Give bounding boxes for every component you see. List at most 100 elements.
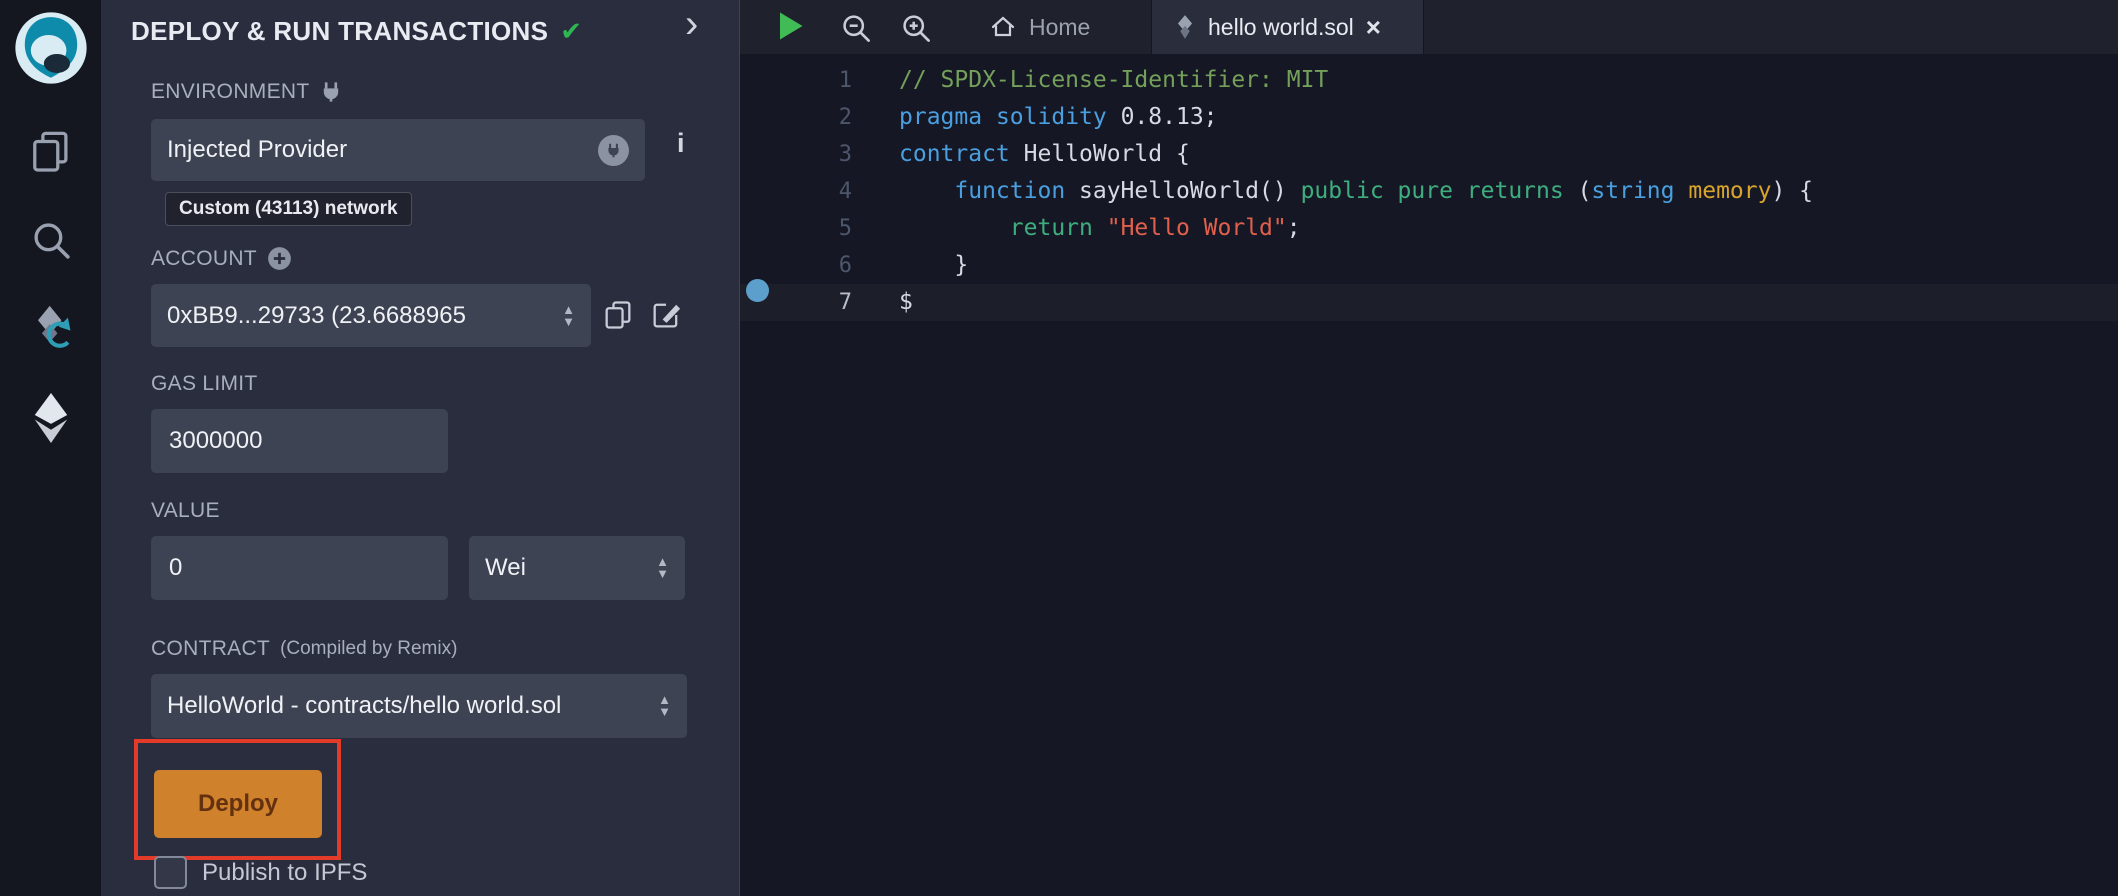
line-number[interactable]: 3 (740, 136, 852, 173)
tab-home[interactable]: Home (967, 0, 1152, 54)
code-token: pure (1398, 178, 1453, 204)
panel-title: DEPLOY & RUN TRANSACTIONS (131, 16, 548, 47)
code-editor[interactable]: 1 // SPDX-License-Identifier: MIT 2 pragma … (740, 54, 2118, 896)
code-token: sayHelloWorld() (1065, 178, 1300, 204)
deploy-run-icon[interactable] (0, 390, 101, 446)
line-number[interactable]: 1 (740, 62, 852, 99)
environment-select[interactable]: Injected Provider (151, 119, 645, 181)
code-line[interactable]: pragma solidity 0.8.13; (899, 99, 1218, 136)
code-token (1384, 178, 1398, 204)
environment-label-row: ENVIRONMENT (151, 80, 343, 104)
add-account-icon[interactable] (267, 246, 292, 271)
code-token: pragma (899, 104, 982, 130)
code-token: contract (899, 141, 1010, 167)
code-token: ) { (1771, 178, 1813, 204)
code-row: 5 return "Hello World"; (740, 210, 2118, 247)
collapse-panel-chevron-icon[interactable]: › (685, 2, 698, 47)
account-value: 0xBB9...29733 (23.6688965 (167, 302, 562, 330)
code-token (982, 104, 996, 130)
copy-account-icon[interactable] (601, 298, 635, 337)
publish-ipfs-row: Publish to IPFS (154, 856, 367, 889)
code-row: 2 pragma solidity 0.8.13; (740, 99, 2118, 136)
tab-hello-world-sol[interactable]: hello world.sol × (1152, 0, 1424, 54)
remix-logo[interactable] (0, 10, 101, 86)
remix-ide: DEPLOY & RUN TRANSACTIONS ✔ › ENVIRONMEN… (0, 0, 2118, 896)
code-row: 3 contract HelloWorld { (740, 136, 2118, 173)
file-explorer-icon[interactable] (0, 128, 101, 174)
run-script-button[interactable] (771, 8, 807, 49)
code-token: string (1591, 178, 1674, 204)
edit-account-icon[interactable] (649, 298, 683, 337)
code-row: 4 function sayHelloWorld() public pure r… (740, 173, 2118, 210)
code-token: solidity (996, 104, 1107, 130)
environment-info-icon[interactable]: i (677, 128, 685, 159)
code-row: 6 } (740, 247, 2118, 284)
tab-hello-world-label: hello world.sol (1208, 14, 1354, 41)
plug-icon (319, 80, 343, 104)
contract-label: CONTRACT (151, 637, 270, 661)
account-stepper-icon: ▲▼ (562, 304, 575, 328)
code-token (1453, 178, 1467, 204)
compile-success-check-icon: ✔ (560, 16, 582, 47)
deploy-button[interactable]: Deploy (154, 770, 322, 838)
provider-status-icon (598, 135, 629, 166)
environment-label: ENVIRONMENT (151, 80, 309, 104)
line-number[interactable]: 5 (740, 210, 852, 247)
close-tab-icon[interactable]: × (1366, 17, 1381, 37)
contract-label-row: CONTRACT (Compiled by Remix) (151, 637, 457, 661)
code-token: ( (1564, 178, 1592, 204)
code-editor-area: Home hello world.sol × 1 // SPDX-License-… (740, 0, 2118, 896)
zoom-out-icon[interactable] (840, 12, 872, 49)
publish-ipfs-checkbox[interactable] (154, 856, 187, 889)
code-line[interactable]: function sayHelloWorld() public pure ret… (899, 173, 1813, 210)
code-line[interactable]: // SPDX-License-Identifier: MIT (899, 62, 1328, 99)
code-token: } (899, 252, 968, 278)
account-label-row: ACCOUNT (151, 246, 292, 271)
panel-title-row: DEPLOY & RUN TRANSACTIONS ✔ (131, 16, 582, 47)
gas-limit-label: GAS LIMIT (151, 372, 258, 396)
account-label: ACCOUNT (151, 247, 257, 271)
deploy-run-panel: DEPLOY & RUN TRANSACTIONS ✔ › ENVIRONMEN… (101, 0, 740, 896)
contract-select[interactable]: HelloWorld - contracts/hello world.sol ▲… (151, 674, 687, 738)
network-badge: Custom (43113) network (165, 192, 412, 226)
code-token (1093, 215, 1107, 241)
solidity-file-icon (1174, 14, 1196, 40)
zoom-in-icon[interactable] (900, 12, 932, 49)
code-lines: 1 // SPDX-License-Identifier: MIT 2 pragma … (740, 62, 2118, 321)
code-token (899, 215, 1010, 241)
contract-value: HelloWorld - contracts/hello world.sol (167, 692, 658, 720)
value-input[interactable] (151, 536, 448, 600)
code-token: // SPDX-License-Identifier: MIT (899, 67, 1328, 93)
value-label: VALUE (151, 499, 220, 523)
publish-ipfs-label: Publish to IPFS (202, 859, 367, 887)
environment-value: Injected Provider (167, 136, 598, 164)
breakpoint-indicator[interactable] (746, 279, 769, 302)
solidity-compiler-icon[interactable] (0, 302, 101, 354)
code-token: function (954, 178, 1065, 204)
code-token (1675, 178, 1689, 204)
contract-stepper-icon: ▲▼ (658, 694, 671, 718)
code-row: 7$ (740, 284, 2118, 321)
account-select[interactable]: 0xBB9...29733 (23.6688965 ▲▼ (151, 284, 591, 347)
line-number[interactable]: 2 (740, 99, 852, 136)
code-line[interactable]: $ (899, 284, 913, 321)
code-token: HelloWorld { (1010, 141, 1190, 167)
value-unit-select[interactable]: Wei ▲▼ (469, 536, 685, 600)
code-token: 0.8.13; (1107, 104, 1218, 130)
code-line[interactable]: } (899, 247, 968, 284)
tab-home-label: Home (1029, 14, 1090, 41)
code-token: returns (1467, 178, 1564, 204)
code-line[interactable]: return "Hello World"; (899, 210, 1301, 247)
editor-toolbar: Home hello world.sol × (740, 0, 2118, 54)
code-token: memory (1688, 178, 1771, 204)
remix-logo-icon (13, 10, 89, 86)
contract-sublabel: (Compiled by Remix) (280, 638, 457, 660)
value-unit-stepper-icon: ▲▼ (656, 556, 669, 580)
code-token: ; (1287, 215, 1301, 241)
gas-limit-input[interactable] (151, 409, 448, 473)
search-icon[interactable] (0, 218, 101, 262)
code-token: return (1010, 215, 1093, 241)
line-number[interactable]: 4 (740, 173, 852, 210)
code-line[interactable]: contract HelloWorld { (899, 136, 1190, 173)
code-token: "Hello World" (1107, 215, 1287, 241)
